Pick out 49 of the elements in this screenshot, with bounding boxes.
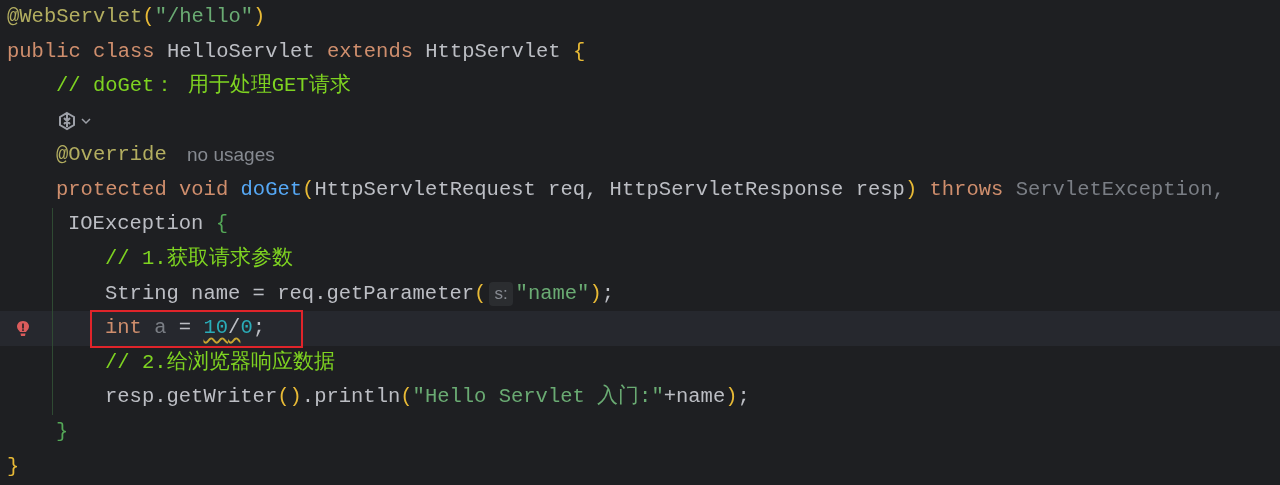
- code-text: ;: [252, 315, 265, 342]
- code-text: IOException: [68, 211, 204, 238]
- method-name: doGet: [240, 176, 303, 203]
- bracket: (: [142, 3, 155, 30]
- code-text: .println: [301, 384, 401, 411]
- keyword: int: [105, 315, 142, 342]
- string-literal: "Hello Servlet 入门:": [412, 383, 664, 411]
- parameter-hint: s:: [489, 282, 513, 307]
- bracket: ): [904, 176, 918, 203]
- code-text: /: [228, 315, 241, 342]
- chevron-down-icon[interactable]: [80, 116, 92, 127]
- code-text: ;: [601, 280, 615, 307]
- keyword: extends: [326, 38, 413, 65]
- bracket: (: [302, 176, 315, 203]
- bracket: (): [277, 384, 302, 411]
- code-text: ;: [737, 384, 750, 411]
- annotation: @Override: [56, 142, 167, 169]
- ai-assistant-icon[interactable]: [56, 111, 78, 132]
- code-comment: // 2.给浏览器响应数据: [105, 349, 335, 376]
- code-text: HelloServlet: [166, 38, 315, 65]
- code-text: HttpServletRequest req, HttpServletResponse resp: [314, 176, 905, 203]
- error-bulb-icon[interactable]: [16, 320, 30, 339]
- code-text: +name: [663, 384, 726, 411]
- bracket: (: [474, 280, 487, 307]
- bracket: ): [253, 3, 266, 30]
- number-literal: 0: [240, 315, 253, 342]
- code-text: HttpServlet: [425, 38, 561, 65]
- number-literal: 10: [203, 315, 229, 342]
- bracket: ): [725, 384, 738, 411]
- bracket: ): [589, 280, 602, 307]
- string-literal: "name": [515, 280, 590, 307]
- bracket: {: [572, 38, 586, 65]
- bracket: {: [215, 211, 228, 238]
- code-text: ServletException,: [1015, 176, 1225, 203]
- bracket: }: [7, 453, 20, 480]
- usages-hint[interactable]: no usages: [187, 141, 275, 170]
- string-literal: "/hello": [154, 3, 254, 30]
- code-text: a: [154, 315, 167, 342]
- keyword: public class: [7, 38, 155, 65]
- annotation: @WebServlet: [7, 3, 143, 30]
- code-text: resp.getWriter: [105, 384, 278, 411]
- code-text: =: [178, 315, 192, 342]
- code-text: String name = req.getParameter: [105, 280, 475, 307]
- keyword: protected void: [56, 176, 229, 203]
- bracket: }: [56, 419, 69, 446]
- keyword: throws: [929, 176, 1004, 203]
- code-comment: // 1.获取请求参数: [105, 245, 293, 273]
- code-comment: // doGet： 用于处理GET请求: [56, 72, 351, 100]
- bracket: (: [400, 384, 413, 411]
